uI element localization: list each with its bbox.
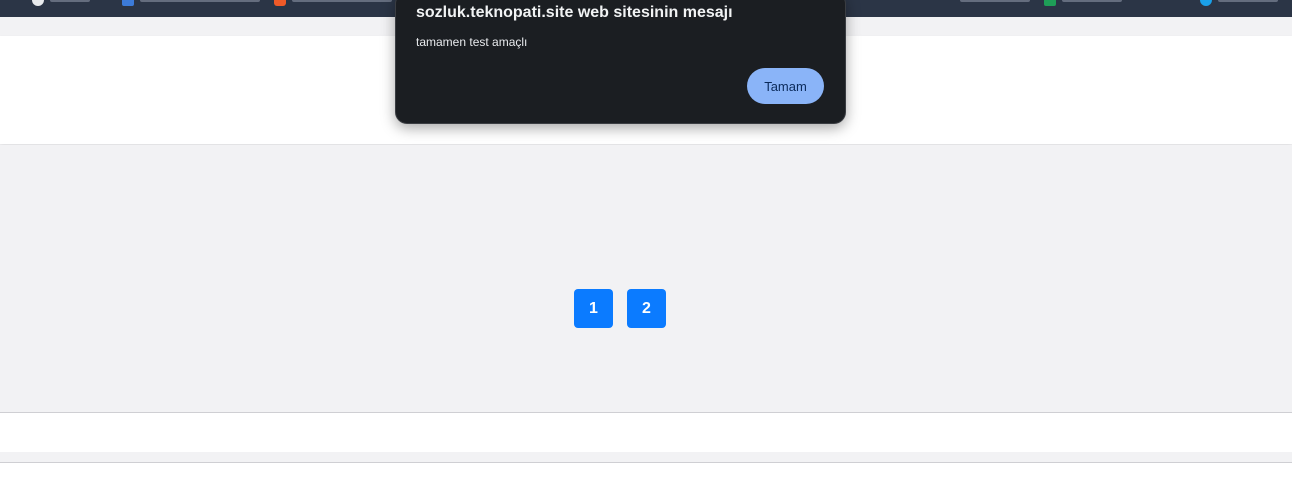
alert-dialog: sozluk.teknopati.site web sitesinin mesa… bbox=[395, 0, 846, 124]
page-button-1[interactable]: 1 bbox=[574, 289, 613, 328]
bookmark-favicon-icon bbox=[32, 0, 44, 6]
bookmark-item[interactable] bbox=[1200, 0, 1278, 6]
bookmark-label bbox=[50, 0, 90, 2]
bookmark-item[interactable] bbox=[274, 0, 392, 6]
bookmark-label bbox=[1218, 0, 1278, 2]
bookmark-item[interactable] bbox=[960, 0, 1030, 6]
footer-bar bbox=[0, 412, 1292, 452]
ok-button[interactable]: Tamam bbox=[747, 68, 824, 104]
bookmark-label bbox=[292, 0, 392, 2]
dialog-message: tamamen test amaçlı bbox=[416, 35, 528, 49]
footer-section bbox=[0, 463, 1292, 496]
bookmark-label bbox=[960, 0, 1030, 2]
bookmark-favicon-icon bbox=[122, 0, 134, 6]
bookmark-item[interactable] bbox=[32, 0, 90, 6]
bookmark-label bbox=[1062, 0, 1122, 2]
main-content bbox=[0, 145, 1292, 412]
bookmark-label bbox=[140, 0, 260, 2]
bookmark-item[interactable] bbox=[1044, 0, 1122, 6]
bookmark-favicon-icon bbox=[1044, 0, 1056, 6]
page-button-2[interactable]: 2 bbox=[627, 289, 666, 328]
dialog-title: sozluk.teknopati.site web sitesinin mesa… bbox=[416, 4, 733, 21]
bookmark-item[interactable] bbox=[122, 0, 260, 6]
pagination: 1 2 bbox=[574, 289, 666, 328]
bookmark-favicon-icon bbox=[1200, 0, 1212, 6]
bookmark-favicon-icon bbox=[274, 0, 286, 6]
